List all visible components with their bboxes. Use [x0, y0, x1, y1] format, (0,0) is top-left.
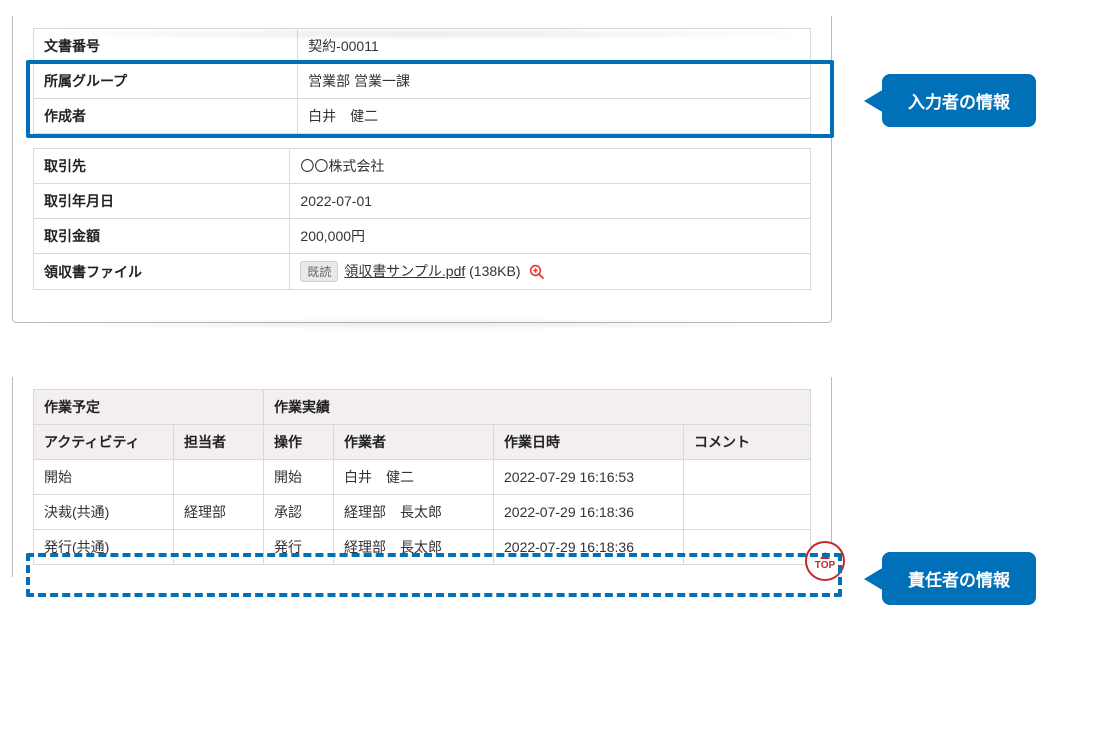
table-row: 取引先 〇〇株式会社	[34, 149, 811, 184]
work-history-header: 作業予定 作業実績 アクティビティ 担当者 操作 作業者 作業日時 コメント	[34, 390, 811, 460]
receipt-file-link[interactable]: 領収書サンプル.pdf	[344, 263, 465, 279]
table-header-row: 作業予定 作業実績	[34, 390, 811, 425]
table-row: 発行(共通) 発行 経理部 長太郎 2022-07-29 16:18:36	[34, 530, 811, 565]
work-history-body: 開始 開始 白井 健二 2022-07-29 16:16:53 決裁(共通) 経…	[34, 460, 811, 565]
table-row: 開始 開始 白井 健二 2022-07-29 16:16:53	[34, 460, 811, 495]
table-row: 所属グループ 営業部 営業一課	[34, 64, 811, 99]
receipt-file-size: (138KB)	[469, 263, 520, 279]
table-row: 決裁(共通) 経理部 承認 経理部 長太郎 2022-07-29 16:18:3…	[34, 495, 811, 530]
table-row: 作成者 白井 健二	[34, 99, 811, 134]
assignee-cell	[174, 530, 264, 565]
table-subheader-row: アクティビティ 担当者 操作 作業者 作業日時 コメント	[34, 425, 811, 460]
doc-number-label: 文書番号	[34, 29, 298, 64]
worker-col: 作業者	[334, 425, 494, 460]
document-info-table: 文書番号 契約-00011 所属グループ 営業部 営業一課 作成者 白井 健二	[33, 28, 811, 134]
creator-value: 白井 健二	[298, 99, 811, 134]
transaction-body: 取引先 〇〇株式会社 取引年月日 2022-07-01 取引金額 200,000…	[34, 149, 811, 290]
responsible-person-callout-text: 責任者の情報	[908, 571, 1010, 590]
datetime-col: 作業日時	[494, 425, 684, 460]
date-label: 取引年月日	[34, 184, 290, 219]
input-person-callout: 入力者の情報	[882, 74, 1036, 127]
worker-cell: 経理部 長太郎	[334, 495, 494, 530]
table-row: 領収書ファイル 既読 領収書サンプル.pdf (138KB)	[34, 254, 811, 290]
comment-cell	[684, 495, 811, 530]
table-row: 文書番号 契約-00011	[34, 29, 811, 64]
assignee-col: 担当者	[174, 425, 264, 460]
creator-label: 作成者	[34, 99, 298, 134]
receipt-file-label: 領収書ファイル	[34, 254, 290, 290]
transaction-table: 取引先 〇〇株式会社 取引年月日 2022-07-01 取引金額 200,000…	[33, 148, 811, 290]
input-person-callout-text: 入力者の情報	[908, 93, 1010, 112]
lower-panel: 作業予定 作業実績 アクティビティ 担当者 操作 作業者 作業日時 コメント 開…	[12, 377, 832, 577]
partner-value: 〇〇株式会社	[290, 149, 811, 184]
assignee-cell	[174, 460, 264, 495]
activity-cell: 発行(共通)	[34, 530, 174, 565]
stage: 文書番号 契約-00011 所属グループ 営業部 営業一課 作成者 白井 健二 …	[12, 16, 1088, 577]
activity-cell: 決裁(共通)	[34, 495, 174, 530]
amount-value: 200,000円	[290, 219, 811, 254]
read-status-badge: 既読	[300, 261, 338, 282]
datetime-cell: 2022-07-29 16:18:36	[494, 530, 684, 565]
document-info-body: 文書番号 契約-00011 所属グループ 営業部 営業一課 作成者 白井 健二	[34, 29, 811, 134]
operation-cell: 承認	[264, 495, 334, 530]
assignee-cell: 経理部	[174, 495, 264, 530]
actual-header: 作業実績	[264, 390, 811, 425]
amount-label: 取引金額	[34, 219, 290, 254]
operation-cell: 発行	[264, 530, 334, 565]
scroll-top-button[interactable]: TOP	[805, 541, 845, 581]
operation-cell: 開始	[264, 460, 334, 495]
operation-col: 操作	[264, 425, 334, 460]
table-row: 取引金額 200,000円	[34, 219, 811, 254]
zoom-icon[interactable]	[528, 263, 546, 281]
top-button-label: TOP	[815, 561, 835, 571]
activity-cell: 開始	[34, 460, 174, 495]
comment-cell	[684, 530, 811, 565]
group-value: 営業部 営業一課	[298, 64, 811, 99]
table-row: 取引年月日 2022-07-01	[34, 184, 811, 219]
date-value: 2022-07-01	[290, 184, 811, 219]
planned-header: 作業予定	[34, 390, 264, 425]
datetime-cell: 2022-07-29 16:16:53	[494, 460, 684, 495]
activity-col: アクティビティ	[34, 425, 174, 460]
worker-cell: 経理部 長太郎	[334, 530, 494, 565]
callout-arrow-icon	[864, 567, 884, 591]
group-label: 所属グループ	[34, 64, 298, 99]
receipt-file-cell: 既読 領収書サンプル.pdf (138KB)	[290, 254, 811, 290]
doc-number-value: 契約-00011	[298, 29, 811, 64]
upper-panel: 文書番号 契約-00011 所属グループ 営業部 営業一課 作成者 白井 健二 …	[12, 16, 832, 323]
datetime-cell: 2022-07-29 16:18:36	[494, 495, 684, 530]
responsible-person-callout: 責任者の情報	[882, 552, 1036, 605]
callout-arrow-icon	[864, 89, 884, 113]
worker-cell: 白井 健二	[334, 460, 494, 495]
comment-col: コメント	[684, 425, 811, 460]
comment-cell	[684, 460, 811, 495]
work-history-table: 作業予定 作業実績 アクティビティ 担当者 操作 作業者 作業日時 コメント 開…	[33, 389, 811, 565]
partner-label: 取引先	[34, 149, 290, 184]
